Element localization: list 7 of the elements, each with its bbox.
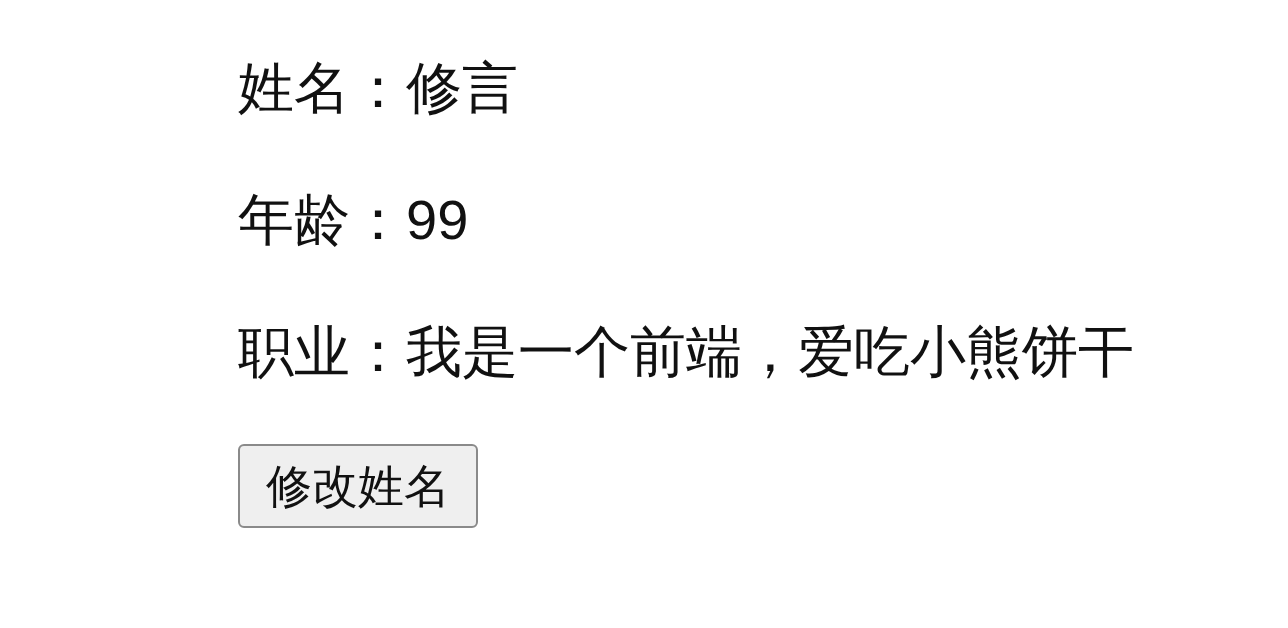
field-value: 我是一个前端，爱吃小熊饼干 xyxy=(406,319,1134,385)
field-label: 职业： xyxy=(238,319,406,385)
field-label: 姓名： xyxy=(238,55,406,121)
rename-button[interactable]: 修改姓名 xyxy=(238,444,478,528)
field-value: 99 xyxy=(406,187,469,253)
field-value: 修言 xyxy=(406,55,518,121)
field-label: 年龄： xyxy=(238,187,406,253)
